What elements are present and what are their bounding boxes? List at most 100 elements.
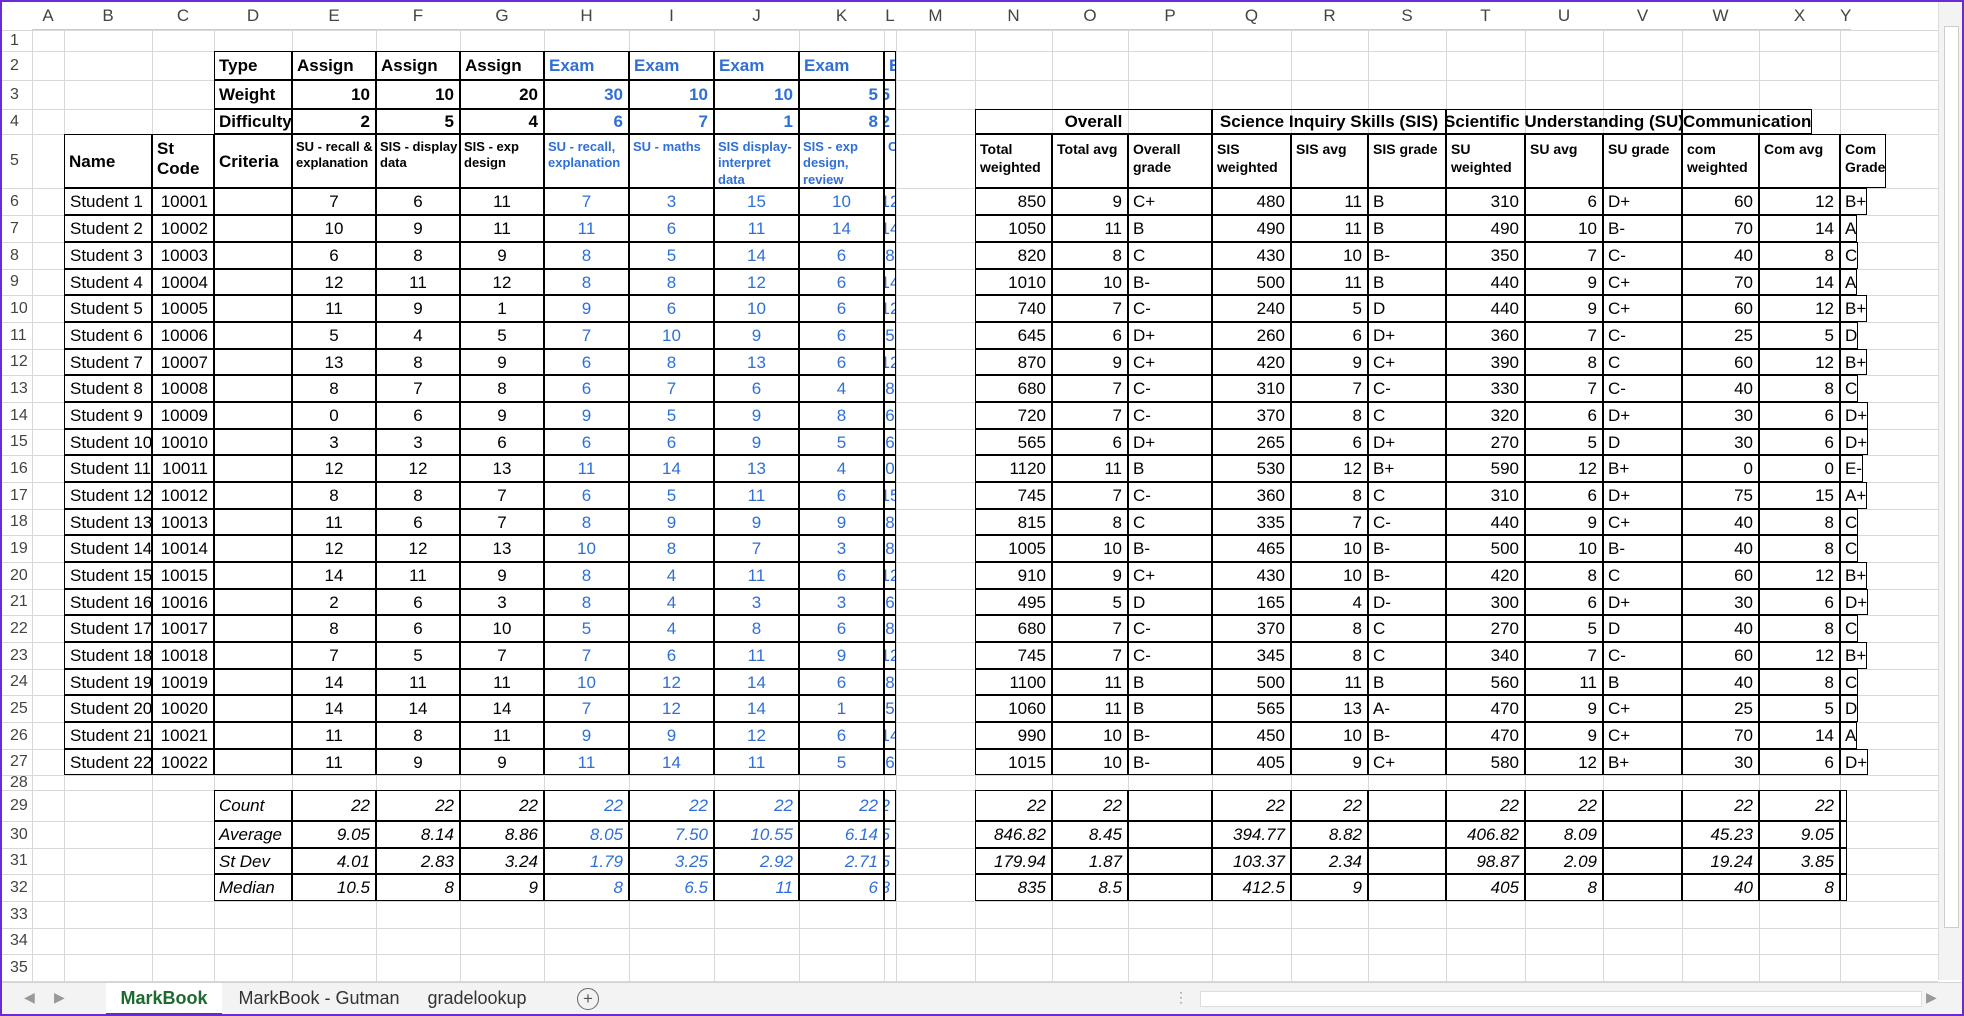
next-sheet-icon[interactable]: ▶ <box>54 989 65 1006</box>
stat-summary-value[interactable]: 8.09 <box>1525 821 1603 848</box>
summary-cell[interactable]: 6 <box>1525 589 1603 615</box>
grade-cell[interactable]: B+ <box>1368 455 1446 482</box>
student-name[interactable]: Student 4 <box>64 269 152 295</box>
criteria-cell[interactable] <box>214 242 292 269</box>
stat-value[interactable]: 3.25 <box>629 848 714 874</box>
summary-cell[interactable]: 6 <box>1525 482 1603 509</box>
grade-cell[interactable]: C- <box>1603 242 1682 269</box>
stat-label[interactable]: Median <box>214 874 292 901</box>
stat-summary-value[interactable]: 9 <box>1291 874 1368 901</box>
stat-value[interactable]: 10.55 <box>714 821 799 848</box>
criteria-cell[interactable] <box>214 509 292 535</box>
mark-cell[interactable]: 9 <box>799 509 884 535</box>
stat-value[interactable]: 3.85 <box>884 848 896 874</box>
column-header-A[interactable]: A <box>32 2 64 30</box>
summary-cell[interactable]: 260 <box>1212 322 1291 349</box>
summary-cell[interactable]: 11 <box>1052 215 1128 242</box>
mark-cell[interactable]: 8 <box>544 269 629 295</box>
student-code[interactable]: 10015 <box>152 562 214 589</box>
stat-value[interactable]: 10.5 <box>292 874 376 901</box>
grade-cell[interactable]: D <box>1840 695 1859 722</box>
grade-cell[interactable]: B- <box>1603 535 1682 562</box>
summary-cell[interactable]: 8 <box>1759 535 1840 562</box>
mark-cell[interactable]: 13 <box>460 455 544 482</box>
grade-cell[interactable]: C+ <box>1368 349 1446 375</box>
row-header-26[interactable]: 26 <box>2 722 32 749</box>
summary-cell[interactable]: 8 <box>1291 402 1368 429</box>
row-header-18[interactable]: 18 <box>2 509 32 535</box>
row-header-6[interactable]: 6 <box>2 188 32 215</box>
mark-cell[interactable]: 6 <box>799 295 884 322</box>
mark-cell[interactable]: 6 <box>799 669 884 695</box>
mark-cell[interactable]: 12 <box>714 722 799 749</box>
mark-cell[interactable]: 11 <box>544 215 629 242</box>
stat-summary-value[interactable]: 2.09 <box>1525 848 1603 874</box>
criteria-cell[interactable] <box>214 749 292 775</box>
summary-cell[interactable]: 11 <box>1291 669 1368 695</box>
summary-cell[interactable]: 60 <box>1682 642 1759 669</box>
summary-cell[interactable]: 14 <box>1759 215 1840 242</box>
mark-cell[interactable]: 12 <box>376 455 460 482</box>
student-name[interactable]: Student 2 <box>64 215 152 242</box>
summary-cell[interactable]: 1060 <box>975 695 1052 722</box>
mark-cell[interactable]: 9 <box>460 749 544 775</box>
stat-value[interactable]: 22 <box>544 790 629 821</box>
summary-cell[interactable]: 740 <box>975 295 1052 322</box>
grade-cell[interactable]: B+ <box>1840 562 1868 589</box>
row-header-24[interactable]: 24 <box>2 669 32 695</box>
student-name[interactable]: Student 7 <box>64 349 152 375</box>
summary-cell[interactable]: 10 <box>1052 749 1128 775</box>
summary-cell[interactable]: 270 <box>1446 615 1525 642</box>
mark-cell[interactable]: 11 <box>714 562 799 589</box>
grade-cell[interactable]: B <box>1128 695 1212 722</box>
summary-cell[interactable]: 40 <box>1682 615 1759 642</box>
summary-cell[interactable]: 5 <box>1759 322 1840 349</box>
column-header-W[interactable]: W <box>1682 2 1759 30</box>
stat-summary-value[interactable]: 22 <box>1052 790 1128 821</box>
mark-cell[interactable]: 12 <box>629 669 714 695</box>
summary-cell[interactable]: 495 <box>975 589 1052 615</box>
summary-cell[interactable]: 12 <box>1291 455 1368 482</box>
grade-cell[interactable]: C <box>1368 642 1446 669</box>
grade-cell[interactable]: D <box>1603 429 1682 455</box>
assessment-weight[interactable]: 10 <box>629 80 714 109</box>
grade-cell[interactable]: D <box>1128 589 1212 615</box>
mark-cell[interactable]: 6 <box>544 375 629 402</box>
mark-cell[interactable]: 6 <box>292 242 376 269</box>
grade-cell[interactable]: C <box>1128 509 1212 535</box>
mark-cell[interactable]: 6 <box>799 242 884 269</box>
summary-cell[interactable]: 40 <box>1682 509 1759 535</box>
mark-cell[interactable]: 10 <box>544 535 629 562</box>
mark-cell[interactable]: 7 <box>544 188 629 215</box>
stat-summary-value[interactable]: 8.5 <box>1052 874 1128 901</box>
summary-cell[interactable]: 990 <box>975 722 1052 749</box>
header-name[interactable]: Name <box>64 134 152 188</box>
mark-cell[interactable]: 7 <box>714 535 799 562</box>
mark-cell[interactable]: 1 <box>460 295 544 322</box>
criteria-cell[interactable] <box>214 188 292 215</box>
summary-cell[interactable]: 440 <box>1446 295 1525 322</box>
summary-cell[interactable]: 6 <box>1759 402 1840 429</box>
mark-cell[interactable]: 9 <box>629 722 714 749</box>
mark-cell[interactable]: 7 <box>460 509 544 535</box>
row-header-17[interactable]: 17 <box>2 482 32 509</box>
summary-cell[interactable]: 9 <box>1052 349 1128 375</box>
stat-summary-value[interactable]: 22 <box>1212 790 1291 821</box>
assessment-type[interactable]: Exam <box>884 51 896 80</box>
column-header-J[interactable]: J <box>714 2 799 30</box>
summary-cell[interactable]: 560 <box>1446 669 1525 695</box>
summary-header[interactable]: SU grade <box>1603 134 1682 188</box>
summary-cell[interactable]: 7 <box>1052 482 1128 509</box>
summary-cell[interactable]: 0 <box>1759 455 1840 482</box>
summary-cell[interactable]: 8 <box>1291 482 1368 509</box>
stat-summary-value[interactable]: 179.94 <box>975 848 1052 874</box>
student-code[interactable]: 10014 <box>152 535 214 562</box>
criteria-cell[interactable] <box>214 589 292 615</box>
summary-cell[interactable]: 30 <box>1682 429 1759 455</box>
mark-cell[interactable]: 12 <box>714 269 799 295</box>
criteria-cell[interactable] <box>214 215 292 242</box>
summary-cell[interactable]: 40 <box>1682 375 1759 402</box>
mark-cell[interactable]: 9 <box>714 402 799 429</box>
mark-cell[interactable]: 13 <box>460 535 544 562</box>
grade-cell[interactable]: D+ <box>1603 589 1682 615</box>
